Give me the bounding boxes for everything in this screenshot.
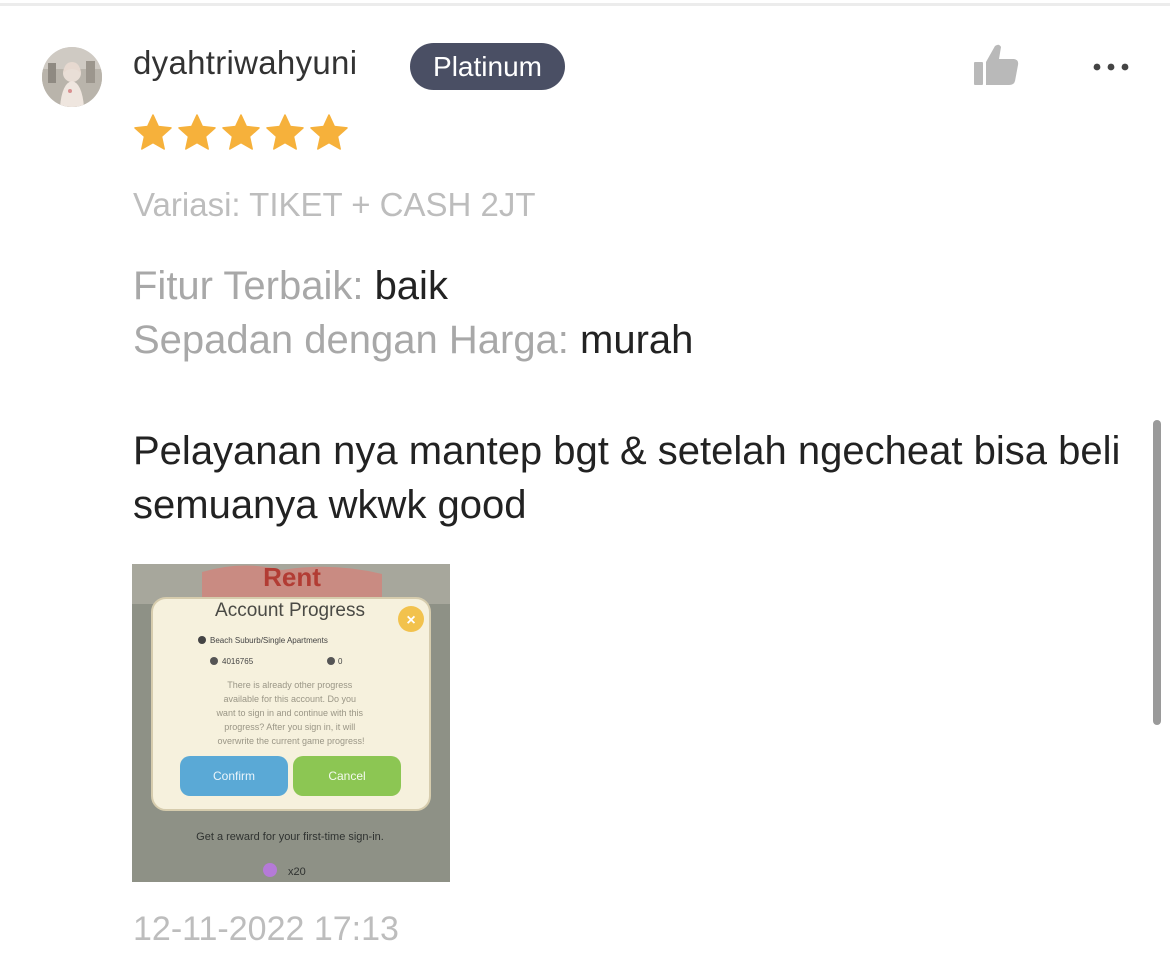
feature-value: baik	[374, 264, 448, 308]
star-icon	[133, 113, 173, 153]
feature-label: Sepadan dengan Harga:	[133, 318, 581, 362]
more-icon[interactable]	[1092, 60, 1130, 74]
variation-text: Variasi: TIKET + CASH 2JT	[133, 186, 536, 223]
divider	[0, 3, 1170, 6]
review-timestamp: 12-11-2022 17:13	[133, 910, 399, 948]
photo-reward-count: x20	[288, 866, 306, 878]
photo-gems: 0	[338, 657, 343, 666]
membership-badge: Platinum	[410, 43, 565, 90]
photo-title: Account Progress	[215, 600, 365, 621]
svg-text:×: ×	[406, 612, 415, 629]
username[interactable]: dyahtriwahyuni	[133, 44, 357, 82]
feature-value: murah	[580, 318, 694, 362]
star-icon	[309, 113, 349, 153]
avatar-image	[42, 47, 102, 107]
photo-cancel-button: Cancel	[328, 769, 365, 783]
photo-location: Beach Suburb/Single Apartments	[210, 636, 328, 645]
review-card: dyahtriwahyuni Platinum Variasi: TIKET +…	[0, 0, 1170, 980]
star-icon	[221, 113, 261, 153]
photo-message: There is already other progress availabl…	[215, 680, 365, 746]
photo-reward-text: Get a reward for your first-time sign-in…	[196, 831, 384, 843]
rating-stars	[133, 113, 349, 153]
feature-label: Fitur Terbaik:	[133, 264, 375, 308]
photo-coins: 4016765	[222, 657, 254, 666]
thumbs-up-icon[interactable]	[972, 43, 1020, 87]
feature-best: Fitur Terbaik: baik	[133, 264, 448, 309]
photo-confirm-button: Confirm	[213, 769, 255, 783]
scrollbar[interactable]	[1153, 420, 1161, 725]
star-icon	[265, 113, 305, 153]
avatar[interactable]	[42, 47, 102, 107]
feature-value-for-money: Sepadan dengan Harga: murah	[133, 318, 693, 363]
svg-text:Rent: Rent	[263, 564, 321, 592]
review-photo[interactable]: Rent Account Progress × Beach Suburb/Sin…	[132, 564, 450, 882]
star-icon	[177, 113, 217, 153]
review-comment: Pelayanan nya mantep bgt & setelah ngech…	[133, 429, 1121, 527]
